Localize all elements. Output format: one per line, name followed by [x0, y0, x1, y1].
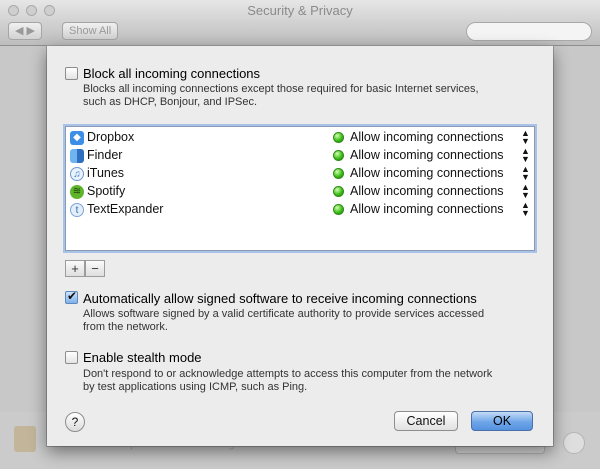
stealth-mode-checkbox[interactable]	[65, 351, 78, 364]
popup-arrows-icon[interactable]: ▲ ▼	[521, 129, 530, 146]
status-dot-icon	[333, 186, 344, 197]
status-dot-icon	[333, 132, 344, 143]
textexpander-icon: t	[70, 203, 84, 217]
list-item[interactable]: ◆ Dropbox Allow incoming connections ▲ ▼	[66, 129, 534, 147]
spotify-icon: ≋	[70, 185, 84, 199]
auto-allow-signed-label: Automatically allow signed software to r…	[83, 291, 477, 306]
status-dot-icon	[333, 204, 344, 215]
connection-status[interactable]: Allow incoming connections	[350, 166, 504, 180]
stealth-mode-description: Don't respond to or acknowledge attempts…	[83, 368, 493, 393]
auto-allow-signed-checkbox[interactable]	[65, 289, 78, 304]
window-titlebar: Security & Privacy ◀ ▶ Show All	[0, 0, 600, 46]
app-name: TextExpander	[87, 202, 164, 216]
app-name: iTunes	[87, 166, 125, 180]
status-dot-icon	[333, 150, 344, 161]
show-all-button[interactable]: Show All	[62, 22, 119, 40]
cancel-button[interactable]: Cancel	[394, 411, 458, 431]
list-item[interactable]: Finder Allow incoming connections ▲ ▼	[66, 147, 534, 165]
search-field[interactable]	[466, 22, 592, 41]
popup-arrows-icon[interactable]: ▲ ▼	[521, 201, 530, 218]
lock-icon[interactable]	[14, 426, 36, 452]
connection-status[interactable]: Allow incoming connections	[350, 202, 504, 216]
list-item[interactable]: ≋ Spotify Allow incoming connections ▲ ▼	[66, 183, 534, 201]
firewall-options-sheet: Block all incoming connections Blocks al…	[47, 46, 553, 446]
window-title: Security & Privacy	[247, 3, 353, 18]
back-forward-buttons[interactable]: ◀ ▶	[8, 22, 42, 40]
popup-arrows-icon[interactable]: ▲ ▼	[521, 165, 530, 182]
popup-arrows-icon[interactable]: ▲ ▼	[521, 147, 530, 164]
app-name: Dropbox	[87, 130, 135, 144]
block-all-label: Block all incoming connections	[83, 66, 261, 81]
list-item[interactable]: ♫ iTunes Allow incoming connections ▲ ▼	[66, 165, 534, 183]
window-help-icon[interactable]	[563, 432, 585, 454]
block-all-checkbox[interactable]	[65, 67, 78, 80]
status-dot-icon	[333, 168, 344, 179]
app-name: Spotify	[87, 184, 126, 198]
add-app-button[interactable]: +	[65, 260, 85, 277]
dropbox-icon: ◆	[70, 131, 84, 145]
ok-button[interactable]: OK	[471, 411, 533, 431]
auto-allow-signed-description: Allows software signed by a valid certif…	[83, 308, 485, 333]
connection-status[interactable]: Allow incoming connections	[350, 148, 504, 162]
connection-status[interactable]: Allow incoming connections	[350, 130, 504, 144]
app-name: Finder	[87, 148, 123, 162]
application-list[interactable]: ◆ Dropbox Allow incoming connections ▲ ▼ …	[65, 126, 535, 251]
finder-icon	[70, 149, 84, 163]
connection-status[interactable]: Allow incoming connections	[350, 184, 504, 198]
block-all-description: Blocks all incoming connections except t…	[83, 83, 479, 108]
stealth-mode-label: Enable stealth mode	[83, 350, 202, 365]
remove-app-button[interactable]: −	[85, 260, 105, 277]
popup-arrows-icon[interactable]: ▲ ▼	[521, 183, 530, 200]
help-button[interactable]: ?	[65, 412, 85, 432]
itunes-icon: ♫	[70, 167, 84, 181]
list-item[interactable]: t TextExpander Allow incoming connection…	[66, 201, 534, 219]
